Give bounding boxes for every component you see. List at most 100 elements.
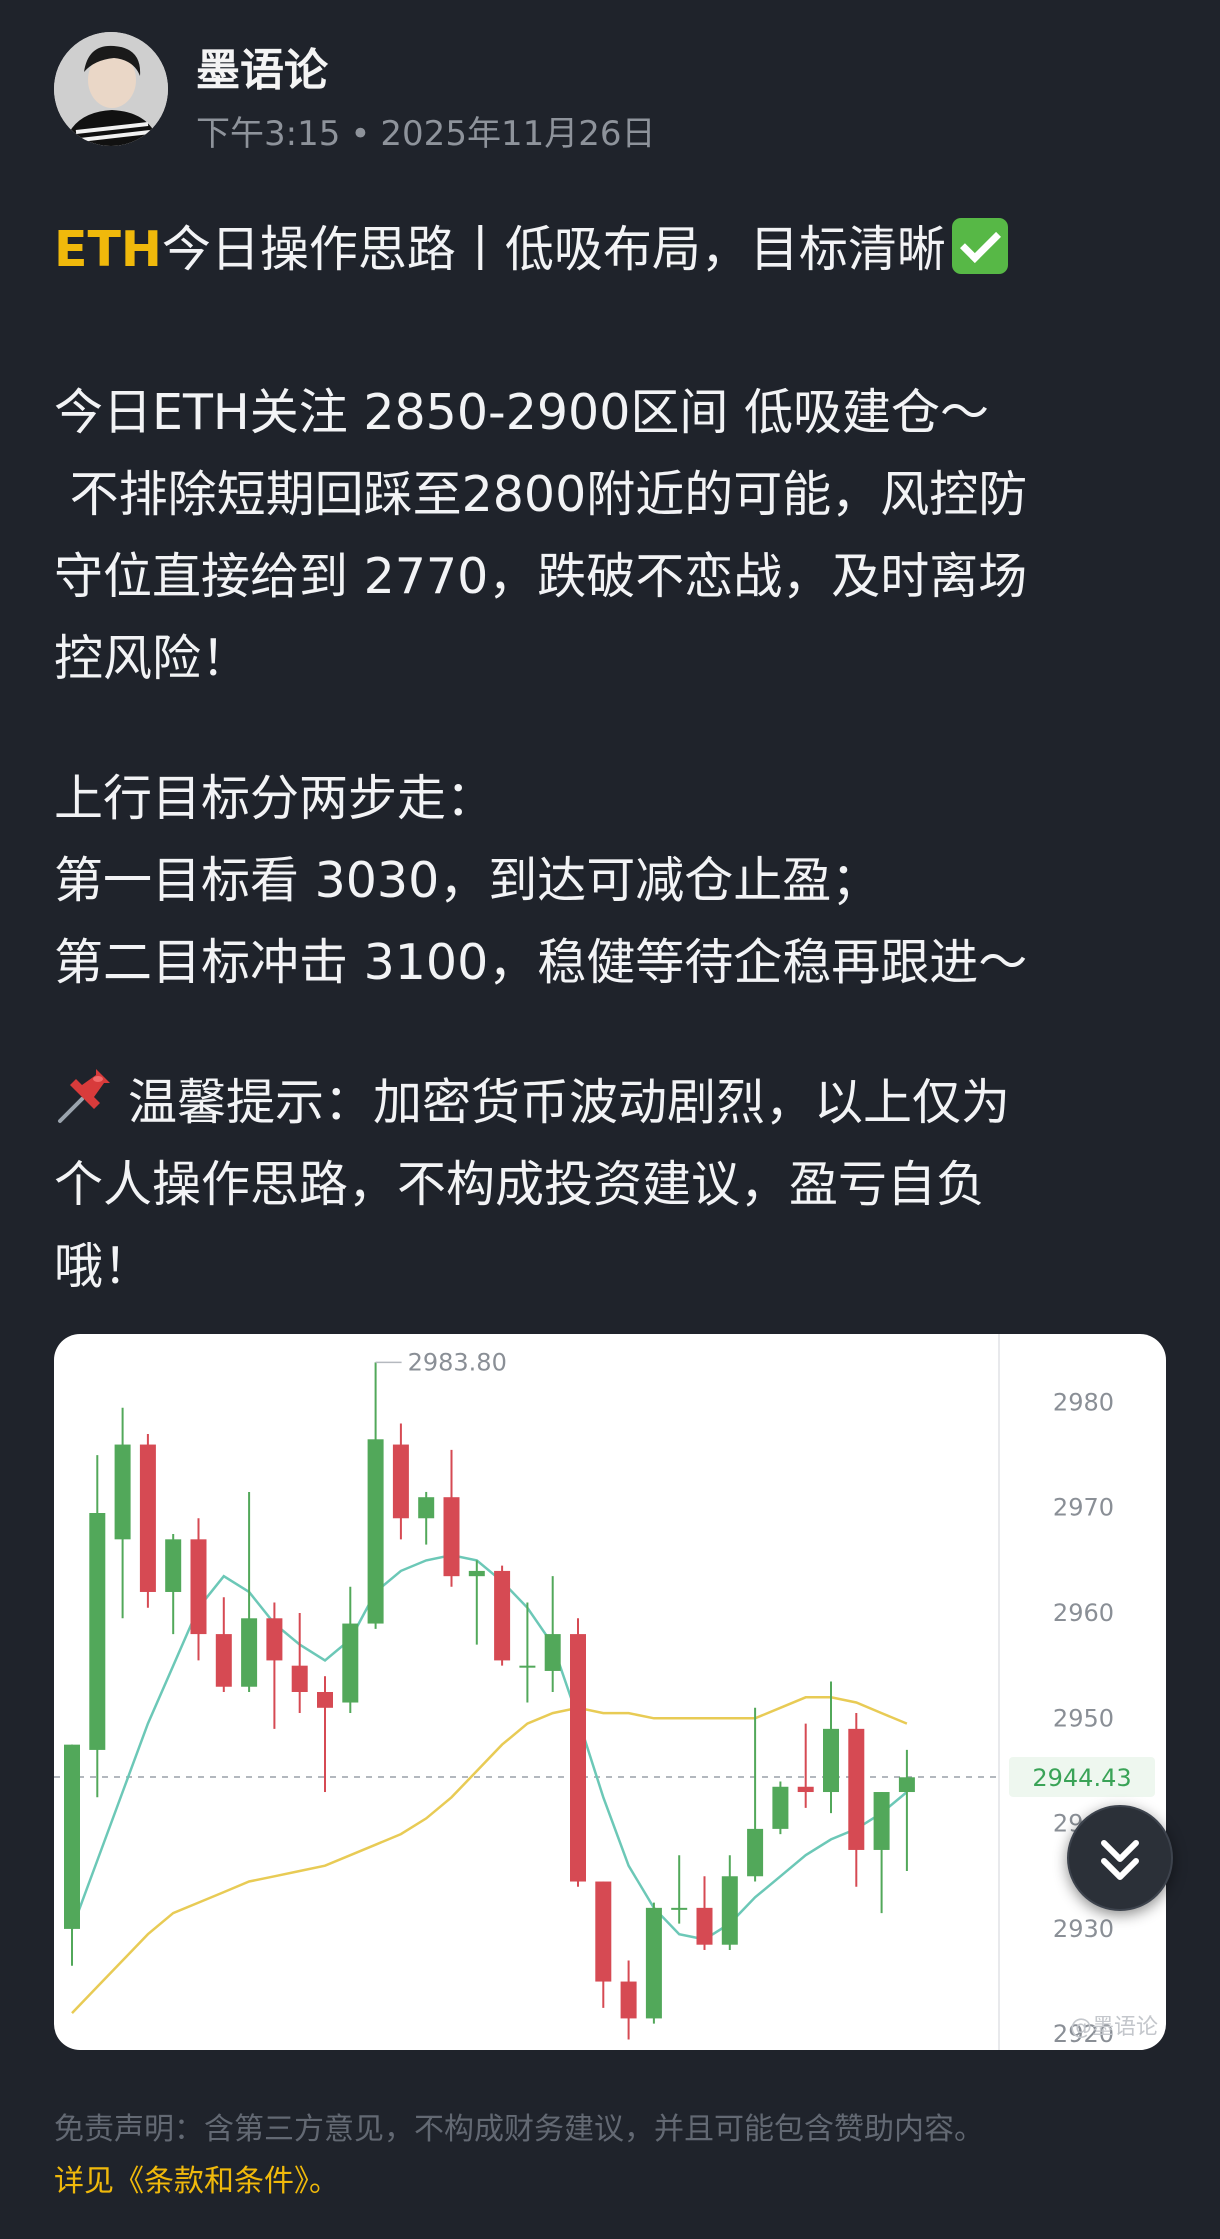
text-line: 上行目标分两步走： bbox=[54, 770, 496, 827]
y-tick-label: 2950 bbox=[1053, 1704, 1114, 1732]
candle-body bbox=[645, 1907, 662, 2019]
candle bbox=[215, 1597, 232, 1692]
candle bbox=[64, 1744, 80, 1966]
ticker-link[interactable]: ETH bbox=[54, 221, 162, 278]
candle-body bbox=[696, 1907, 713, 1945]
candle bbox=[645, 1902, 662, 2024]
ma-long-line bbox=[71, 1696, 908, 2014]
candlestick-chart[interactable]: 29802970296029502940293029202944.432983.… bbox=[54, 1334, 1166, 2050]
candle-body bbox=[291, 1665, 308, 1692]
paragraph-3: 温馨提示：加密货币波动剧烈，以上仅为 个人操作思路，不构成投资建议，盈亏自负 哦… bbox=[54, 1062, 1174, 1308]
candle-body bbox=[570, 1634, 586, 1882]
candle bbox=[418, 1491, 435, 1545]
candle bbox=[721, 1855, 738, 1950]
candle bbox=[342, 1586, 359, 1714]
candle-body bbox=[139, 1444, 156, 1592]
title-text: 今日操作思路丨低吸布局，目标清晰 bbox=[161, 221, 946, 278]
disclaimer-text: 免责声明：含第三方意见，不构成财务建议，并且可能包含赞助内容。 bbox=[54, 2112, 984, 2147]
y-tick-label: 2970 bbox=[1053, 1494, 1114, 1522]
candle bbox=[873, 1792, 890, 1914]
candle bbox=[165, 1534, 182, 1635]
candle bbox=[291, 1613, 308, 1714]
post-header: 墨语论 下午3:15 • 2025年11月26日 bbox=[54, 32, 1154, 155]
candle-body bbox=[114, 1444, 131, 1540]
text-line: 第一目标看 3030，到达可减仓止盈； bbox=[54, 852, 881, 909]
candle-body bbox=[64, 1744, 80, 1929]
candle bbox=[139, 1434, 156, 1608]
separator-dot: • bbox=[350, 114, 371, 154]
text-line: 哦！ bbox=[54, 1238, 153, 1295]
candle bbox=[241, 1491, 258, 1692]
double-chevron-down-icon bbox=[1101, 1840, 1139, 1880]
text-line: 今日ETH关注 2850-2900区间 低吸建仓～ bbox=[54, 384, 989, 441]
post-body: ETH今日操作思路丨低吸布局，目标清晰 今日ETH关注 2850-2900区间 … bbox=[54, 210, 1174, 1308]
y-tick-label: 2960 bbox=[1053, 1599, 1114, 1627]
high-price-label: 2983.80 bbox=[408, 1348, 507, 1376]
candle-body bbox=[241, 1618, 258, 1687]
text-line: 第二目标冲击 3100，稳健等待企稳再跟进～ bbox=[54, 934, 1028, 991]
candle-body bbox=[165, 1539, 182, 1592]
candle bbox=[570, 1618, 586, 1887]
post-meta: 下午3:15 • 2025年11月26日 bbox=[196, 106, 655, 155]
candle bbox=[620, 1960, 637, 2040]
author-name[interactable]: 墨语论 bbox=[196, 34, 328, 98]
candle-body bbox=[620, 1981, 637, 2019]
candle-body bbox=[317, 1692, 333, 1708]
candle-body bbox=[595, 1881, 612, 1982]
candle-body bbox=[873, 1792, 890, 1850]
post-title: ETH今日操作思路丨低吸布局，目标清晰 bbox=[54, 210, 1174, 290]
price-chart-card[interactable]: 29802970296029502940293029202944.432983.… bbox=[54, 1334, 1166, 2050]
candle bbox=[114, 1407, 131, 1619]
post-time: 下午3:15 bbox=[196, 114, 341, 154]
candle bbox=[823, 1681, 839, 1814]
post-date: 2025年11月26日 bbox=[380, 114, 656, 154]
candle-body bbox=[443, 1497, 460, 1577]
candle bbox=[367, 1362, 384, 1629]
candle-body bbox=[367, 1439, 384, 1624]
candle bbox=[190, 1518, 207, 1661]
candle-body bbox=[671, 1907, 688, 1910]
candle-body bbox=[747, 1828, 764, 1877]
y-tick-label: 2980 bbox=[1053, 1388, 1114, 1416]
candle bbox=[797, 1723, 814, 1808]
avatar[interactable] bbox=[54, 32, 168, 146]
candle bbox=[392, 1423, 409, 1540]
candle-body bbox=[89, 1513, 106, 1750]
avatar-image bbox=[54, 32, 168, 146]
candle bbox=[696, 1876, 713, 1950]
candle-body bbox=[898, 1777, 915, 1793]
candle-body bbox=[772, 1786, 789, 1829]
candle-body bbox=[721, 1876, 738, 1945]
candle bbox=[89, 1455, 106, 1798]
candle bbox=[468, 1560, 485, 1645]
chart-watermark: @墨语论 bbox=[1070, 2015, 1158, 2040]
text-line: 个人操作思路，不构成投资建议，盈亏自负 bbox=[54, 1156, 986, 1213]
y-tick-label: 2930 bbox=[1053, 1915, 1114, 1943]
text-line: 控风险！ bbox=[54, 630, 251, 687]
text-line: 温馨提示：加密货币波动剧烈，以上仅为 bbox=[128, 1074, 1011, 1131]
candle-body bbox=[797, 1786, 814, 1793]
terms-link[interactable]: 详见《条款和条件》。 bbox=[54, 2164, 339, 2199]
candle bbox=[595, 1881, 612, 2008]
current-price-label: 2944.43 bbox=[1032, 1764, 1131, 1792]
text-line: 不排除短期回踩至2800附近的可能，风控防 bbox=[54, 466, 1028, 523]
disclaimer: 免责声明：含第三方意见，不构成财务建议，并且可能包含赞助内容。 详见《条款和条件… bbox=[54, 2104, 1174, 2208]
candle-body bbox=[190, 1539, 207, 1635]
candle bbox=[747, 1707, 764, 1882]
candle-body bbox=[342, 1623, 359, 1703]
candle-body bbox=[823, 1728, 839, 1793]
paragraph-2: 上行目标分两步走： 第一目标看 3030，到达可减仓止盈； 第二目标冲击 310… bbox=[54, 758, 1174, 1004]
candle-body bbox=[494, 1570, 511, 1661]
candle bbox=[443, 1449, 460, 1587]
scroll-down-button[interactable] bbox=[1067, 1805, 1173, 1911]
candle bbox=[317, 1676, 333, 1793]
candle-body bbox=[418, 1497, 435, 1519]
candle bbox=[848, 1713, 865, 1887]
candle bbox=[898, 1749, 915, 1871]
candle-body bbox=[392, 1444, 409, 1519]
candle bbox=[671, 1855, 688, 1924]
pushpin-icon bbox=[54, 1068, 118, 1124]
paragraph-1: 今日ETH关注 2850-2900区间 低吸建仓～ 不排除短期回踩至2800附近… bbox=[54, 372, 1174, 700]
candle-body bbox=[519, 1665, 536, 1668]
candle bbox=[772, 1781, 789, 1835]
